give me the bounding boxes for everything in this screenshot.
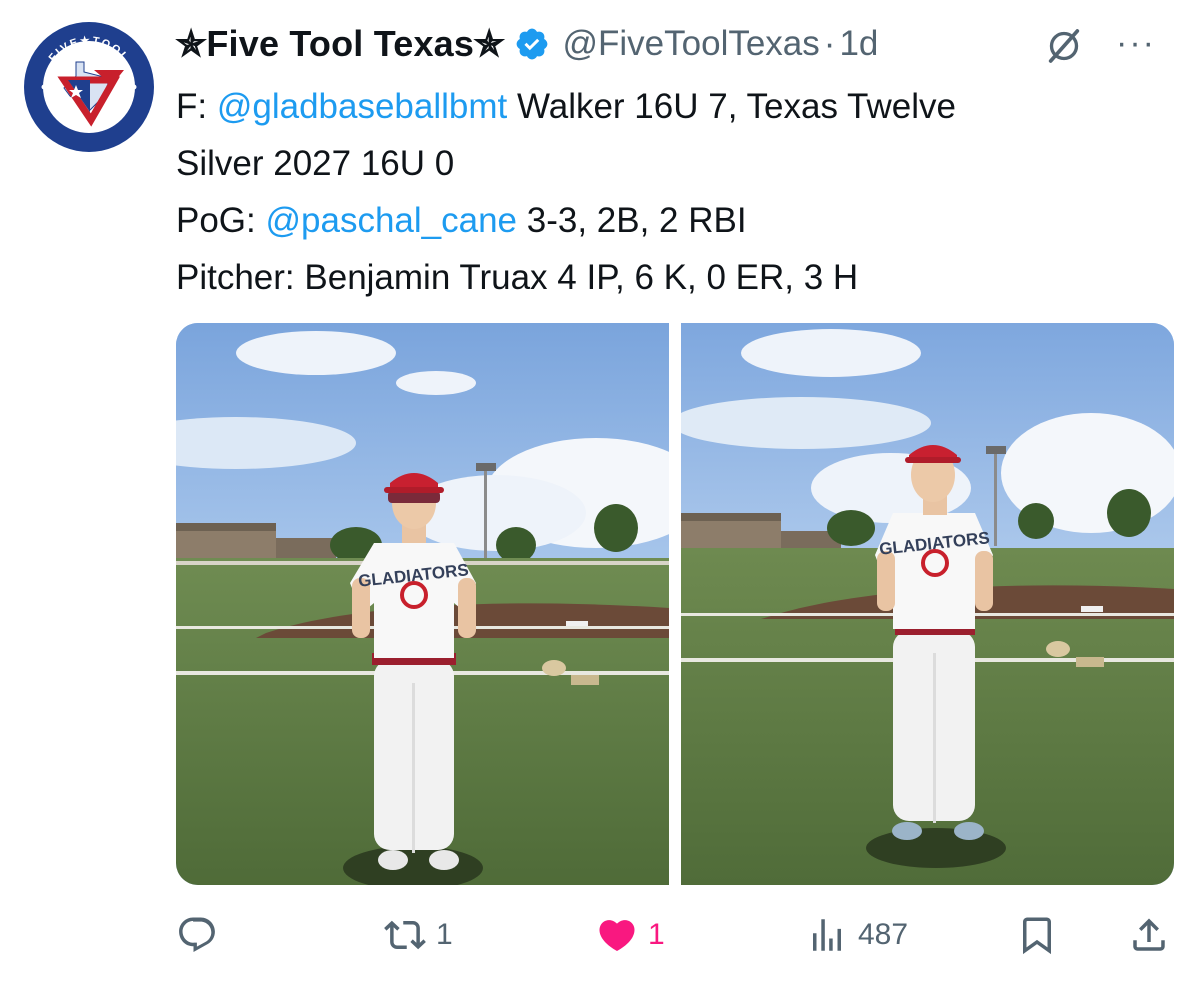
photo-1[interactable]: GLADIATORS <box>176 323 669 885</box>
timestamp[interactable]: 1d <box>839 24 878 64</box>
mention-gladbaseballbmt[interactable]: @gladbaseballbmt <box>217 87 507 126</box>
tweet-line-1: F: @gladbaseballbmt Walker 16U 7, Texas … <box>176 78 1176 135</box>
reply-button[interactable] <box>176 905 218 965</box>
tweet-media: GLADIATORS GLADIATORS <box>176 323 1174 885</box>
five-tool-texas-logo: FIVE★TOOL TEXAS <box>25 23 153 151</box>
share-icon <box>1133 918 1165 951</box>
tweet-actions: 1 1 487 <box>176 905 1174 965</box>
grok-icon[interactable] <box>1044 26 1084 66</box>
tweet-line-2: Silver 2027 16U 0 <box>176 144 455 183</box>
player-photo-1: GLADIATORS <box>176 323 669 885</box>
more-options-icon[interactable]: ··· <box>1116 24 1156 63</box>
verified-badge-icon[interactable] <box>514 26 550 62</box>
share-button[interactable] <box>1128 905 1170 965</box>
views-icon <box>813 919 841 951</box>
tweet-line-3: PoG: @paschal_cane 3-3, 2B, 2 RBI <box>176 192 1176 249</box>
like-button[interactable]: 1 <box>596 905 665 965</box>
views-count: 487 <box>858 918 909 951</box>
avatar[interactable]: FIVE★TOOL TEXAS <box>24 22 154 152</box>
views-button[interactable]: 487 <box>806 905 908 965</box>
separator-dot: · <box>823 24 836 63</box>
user-handle[interactable]: @FiveToolTexas <box>562 24 819 64</box>
tweet-text: F: @gladbaseballbmt Walker 16U 7, Texas … <box>176 78 1176 306</box>
text-segment: F: <box>176 87 217 126</box>
tweet-line-4: Pitcher: Benjamin Truax 4 IP, 6 K, 0 ER,… <box>176 258 859 297</box>
heart-icon <box>599 920 635 952</box>
display-name[interactable]: ✯Five Tool Texas✯ <box>176 23 504 65</box>
text-segment: Walker 16U 7, Texas Twelve <box>507 87 956 126</box>
text-segment: 3-3, 2B, 2 RBI <box>517 201 747 240</box>
reply-icon <box>179 917 215 952</box>
bookmark-button[interactable] <box>1016 905 1058 965</box>
bookmark-icon <box>1023 917 1051 955</box>
retweet-count: 1 <box>436 918 453 951</box>
retweet-button[interactable]: 1 <box>384 905 453 965</box>
like-count: 1 <box>648 918 665 951</box>
retweet-icon <box>384 920 426 950</box>
photo-2[interactable]: GLADIATORS <box>681 323 1174 885</box>
text-segment: PoG: <box>176 201 266 240</box>
mention-paschal-cane[interactable]: @paschal_cane <box>265 201 517 240</box>
tweet-header: ✯Five Tool Texas✯ @FiveToolTexas · 1d ··… <box>176 18 1180 70</box>
player-photo-2: GLADIATORS <box>681 323 1174 885</box>
